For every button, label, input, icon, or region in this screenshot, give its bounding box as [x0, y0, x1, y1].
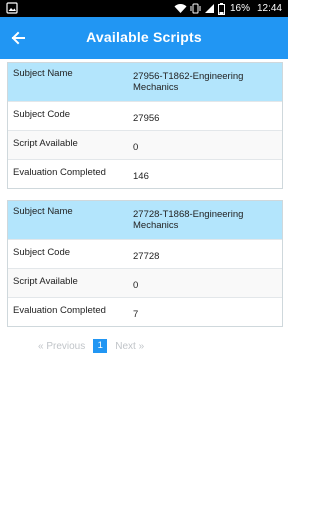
- script-available-label: Script Available: [13, 276, 78, 287]
- evaluation-completed-row: Evaluation Completed 7: [8, 297, 282, 326]
- wifi-icon: [174, 3, 187, 14]
- evaluation-completed-label: Evaluation Completed: [13, 305, 106, 316]
- subject-code-label: Subject Code: [13, 109, 71, 120]
- script-available-label: Script Available: [13, 138, 78, 149]
- status-icons: 16% 12:44: [174, 1, 282, 16]
- evaluation-completed-value: 7: [133, 309, 139, 320]
- subject-name-row: Subject Name 27728-T1868-Engineering Mec…: [8, 201, 282, 239]
- subject-code-value: 27956: [133, 113, 160, 124]
- subject-name-value: 27956-T1862-Engineering Mechanics: [133, 71, 244, 93]
- battery-percent: 16%: [229, 3, 250, 14]
- current-page-button[interactable]: 1: [93, 339, 108, 353]
- subject-code-value: 27728: [133, 251, 160, 262]
- subject-name-value: 27728-T1868-Engineering Mechanics: [133, 209, 244, 231]
- vibrate-icon: [190, 3, 201, 14]
- script-available-value: 0: [133, 142, 139, 153]
- battery-icon: [217, 2, 225, 15]
- status-bar: 16% 12:44: [0, 0, 288, 17]
- subject-code-row: Subject Code 27728: [8, 239, 282, 268]
- script-available-row: Script Available 0: [8, 268, 282, 297]
- evaluation-completed-label: Evaluation Completed: [13, 167, 106, 178]
- image-notification-icon: [6, 2, 18, 14]
- app-bar: Available Scripts: [0, 17, 288, 59]
- clock-time: 12:44: [256, 3, 282, 14]
- subject-name-label: Subject Name: [13, 68, 73, 79]
- signal-icon: [204, 3, 215, 14]
- page-title: Available Scripts: [86, 29, 202, 45]
- evaluation-completed-row: Evaluation Completed 146: [8, 159, 282, 188]
- pagination: « Previous 1 Next »: [38, 338, 144, 354]
- subject-name-row: Subject Name 27956-T1862-Engineering Mec…: [8, 63, 282, 101]
- subject-code-row: Subject Code 27956: [8, 101, 282, 130]
- script-available-value: 0: [133, 280, 139, 291]
- next-page-link[interactable]: Next »: [115, 341, 144, 352]
- subject-name-label: Subject Name: [13, 206, 73, 217]
- script-card: Subject Name 27728-T1868-Engineering Mec…: [7, 200, 283, 327]
- script-available-row: Script Available 0: [8, 130, 282, 159]
- evaluation-completed-value: 146: [133, 171, 149, 182]
- previous-page-link[interactable]: « Previous: [38, 341, 85, 352]
- scripts-list: Subject Name 27956-T1862-Engineering Mec…: [0, 59, 288, 512]
- script-card: Subject Name 27956-T1862-Engineering Mec…: [7, 62, 283, 189]
- subject-code-label: Subject Code: [13, 247, 71, 258]
